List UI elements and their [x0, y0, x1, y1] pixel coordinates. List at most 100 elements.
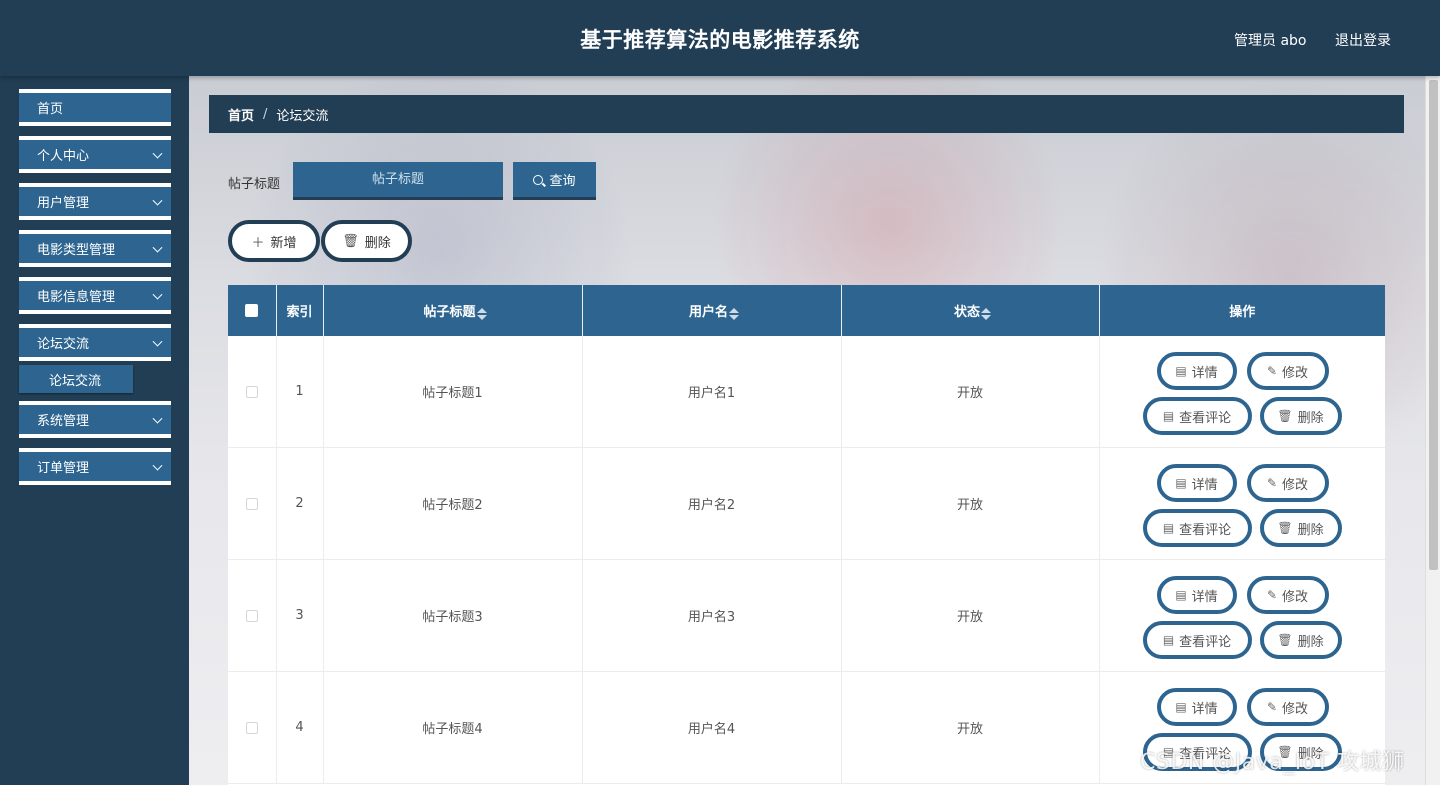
sidebar-subitem-forum[interactable]: 论坛交流	[19, 365, 133, 393]
row-checkbox[interactable]	[245, 385, 258, 398]
delete-button[interactable]: 🗑 删除	[1259, 621, 1342, 659]
cell-status: 开放	[841, 671, 1100, 784]
cell-index: 2	[276, 447, 324, 560]
cell-title: 帖子标题4	[323, 671, 583, 784]
chevron-down-icon	[152, 413, 163, 424]
column-header-status[interactable]: 状态	[841, 285, 1100, 336]
edit-button[interactable]: ✎ 修改	[1246, 464, 1329, 502]
view-comments-button[interactable]: ▤ 查看评论	[1142, 397, 1252, 435]
sidebar-item-movie-info-management[interactable]: 电影信息管理	[19, 277, 171, 314]
edit-button[interactable]: ✎ 修改	[1246, 576, 1329, 614]
cell-status: 开放	[841, 447, 1100, 560]
pencil-icon: ✎	[1266, 700, 1278, 714]
app-header: 基于推荐算法的电影推荐系统 管理员 abo 退出登录	[0, 0, 1440, 76]
edit-button[interactable]: ✎ 修改	[1246, 352, 1329, 390]
pencil-icon: ✎	[1266, 364, 1278, 378]
breadcrumb-home[interactable]: 首页	[228, 105, 254, 124]
delete-button[interactable]: 🗑 删除	[1259, 397, 1342, 435]
table-row: 1 帖子标题1 用户名1 开放 ▤ 详情 ✎ 修改 ▤ 查看评论 🗑 删除	[228, 336, 1385, 448]
sidebar-item-user-management[interactable]: 用户管理	[19, 183, 171, 220]
sidebar-item-label: 电影类型管理	[37, 243, 116, 258]
sidebar-item-order-management[interactable]: 订单管理	[19, 448, 171, 485]
document-icon: ▤	[1175, 700, 1187, 714]
sidebar-item-system-management[interactable]: 系统管理	[19, 401, 171, 438]
row-select-cell	[228, 336, 277, 448]
sidebar-item-label: 系统管理	[37, 414, 90, 429]
sidebar-item-label: 用户管理	[37, 196, 90, 211]
trash-icon: 🗑	[1277, 521, 1293, 535]
add-button-label: 新增	[270, 235, 297, 251]
watermark: CSDN @Java_IoT 攻城狮	[1140, 750, 1405, 775]
sidebar-item-home[interactable]: 首页	[19, 89, 171, 126]
chevron-down-icon	[152, 460, 163, 471]
forum-table: 索引 帖子标题 用户名 状态 操作 1 帖子标题1 用户名1 开放 ▤ 详情 ✎ 修…	[228, 285, 1385, 785]
search-icon	[533, 174, 544, 185]
edit-button[interactable]: ✎ 修改	[1246, 688, 1329, 726]
document-icon: ▤	[1175, 364, 1187, 378]
batch-delete-button-label: 删除	[364, 235, 391, 251]
document-icon: ▤	[1162, 633, 1175, 647]
sidebar-item-forum[interactable]: 论坛交流	[19, 324, 171, 361]
cell-index: 1	[276, 336, 324, 448]
scrollbar-thumb[interactable]	[1429, 80, 1438, 570]
breadcrumb: 首页 / 论坛交流	[209, 95, 1404, 133]
cell-username: 用户名3	[582, 559, 842, 672]
view-comments-button[interactable]: ▤ 查看评论	[1142, 621, 1252, 659]
pencil-icon: ✎	[1266, 476, 1278, 490]
cell-index: 4	[276, 671, 324, 784]
row-checkbox[interactable]	[245, 721, 258, 734]
detail-button[interactable]: ▤ 详情	[1156, 688, 1237, 726]
document-icon: ▤	[1162, 409, 1175, 423]
chevron-down-icon	[152, 148, 163, 159]
sidebar-item-label: 电影信息管理	[37, 290, 116, 305]
logout-link[interactable]: 退出登录	[1335, 30, 1391, 50]
column-header-index: 索引	[276, 285, 324, 336]
cell-title: 帖子标题1	[323, 336, 583, 448]
page-scrollbar[interactable]	[1425, 76, 1440, 785]
view-comments-button[interactable]: ▤ 查看评论	[1142, 509, 1252, 547]
sidebar-item-movie-type-management[interactable]: 电影类型管理	[19, 230, 171, 267]
column-header-username[interactable]: 用户名	[582, 285, 842, 336]
row-select-cell	[228, 671, 277, 784]
sidebar-item-personal-center[interactable]: 个人中心	[19, 136, 171, 173]
row-select-cell	[228, 559, 277, 672]
cell-actions: ▤ 详情 ✎ 修改 ▤ 查看评论 🗑 删除	[1099, 336, 1385, 448]
column-header-actions: 操作	[1099, 285, 1385, 336]
sidebar-subitem-label: 论坛交流	[49, 373, 102, 389]
app-title: 基于推荐算法的电影推荐系统	[580, 28, 860, 52]
cell-title: 帖子标题2	[323, 447, 583, 560]
row-checkbox[interactable]	[245, 497, 258, 510]
trash-icon: 🗑	[1277, 633, 1293, 647]
delete-button[interactable]: 🗑 删除	[1259, 509, 1342, 547]
select-all-header	[228, 285, 277, 336]
detail-button[interactable]: ▤ 详情	[1156, 352, 1237, 390]
pencil-icon: ✎	[1266, 588, 1278, 602]
select-all-checkbox[interactable]	[245, 304, 259, 317]
query-button[interactable]: 查询	[513, 162, 596, 200]
add-button[interactable]: ＋ 新增	[228, 220, 320, 262]
detail-button[interactable]: ▤ 详情	[1156, 576, 1237, 614]
breadcrumb-current: 论坛交流	[276, 108, 329, 124]
chevron-down-icon	[152, 336, 163, 347]
trash-icon: 🗑	[1277, 409, 1293, 423]
chevron-down-icon	[152, 242, 163, 253]
detail-button[interactable]: ▤ 详情	[1156, 464, 1237, 502]
admin-user-label: 管理员 abo	[1234, 33, 1307, 49]
table-row: 2 帖子标题2 用户名2 开放 ▤ 详情 ✎ 修改 ▤ 查看评论 🗑 删除	[228, 447, 1385, 560]
search-input[interactable]	[293, 162, 503, 200]
cell-index: 3	[276, 559, 324, 672]
cell-status: 开放	[841, 336, 1100, 448]
sidebar-item-label: 个人中心	[37, 149, 90, 164]
column-header-title[interactable]: 帖子标题	[323, 285, 583, 336]
batch-delete-button[interactable]: 🗑 删除	[321, 220, 412, 262]
plus-icon: ＋	[251, 235, 265, 251]
row-checkbox[interactable]	[245, 609, 258, 622]
document-icon: ▤	[1175, 476, 1187, 490]
row-select-cell	[228, 447, 277, 560]
cell-status: 开放	[841, 559, 1100, 672]
table-header-row: 索引 帖子标题 用户名 状态 操作	[228, 285, 1385, 336]
table-row: 3 帖子标题3 用户名3 开放 ▤ 详情 ✎ 修改 ▤ 查看评论 🗑 删除	[228, 559, 1385, 672]
cell-actions: ▤ 详情 ✎ 修改 ▤ 查看评论 🗑 删除	[1099, 447, 1385, 560]
breadcrumb-separator: /	[263, 106, 268, 122]
trash-icon: 🗑	[342, 233, 359, 249]
